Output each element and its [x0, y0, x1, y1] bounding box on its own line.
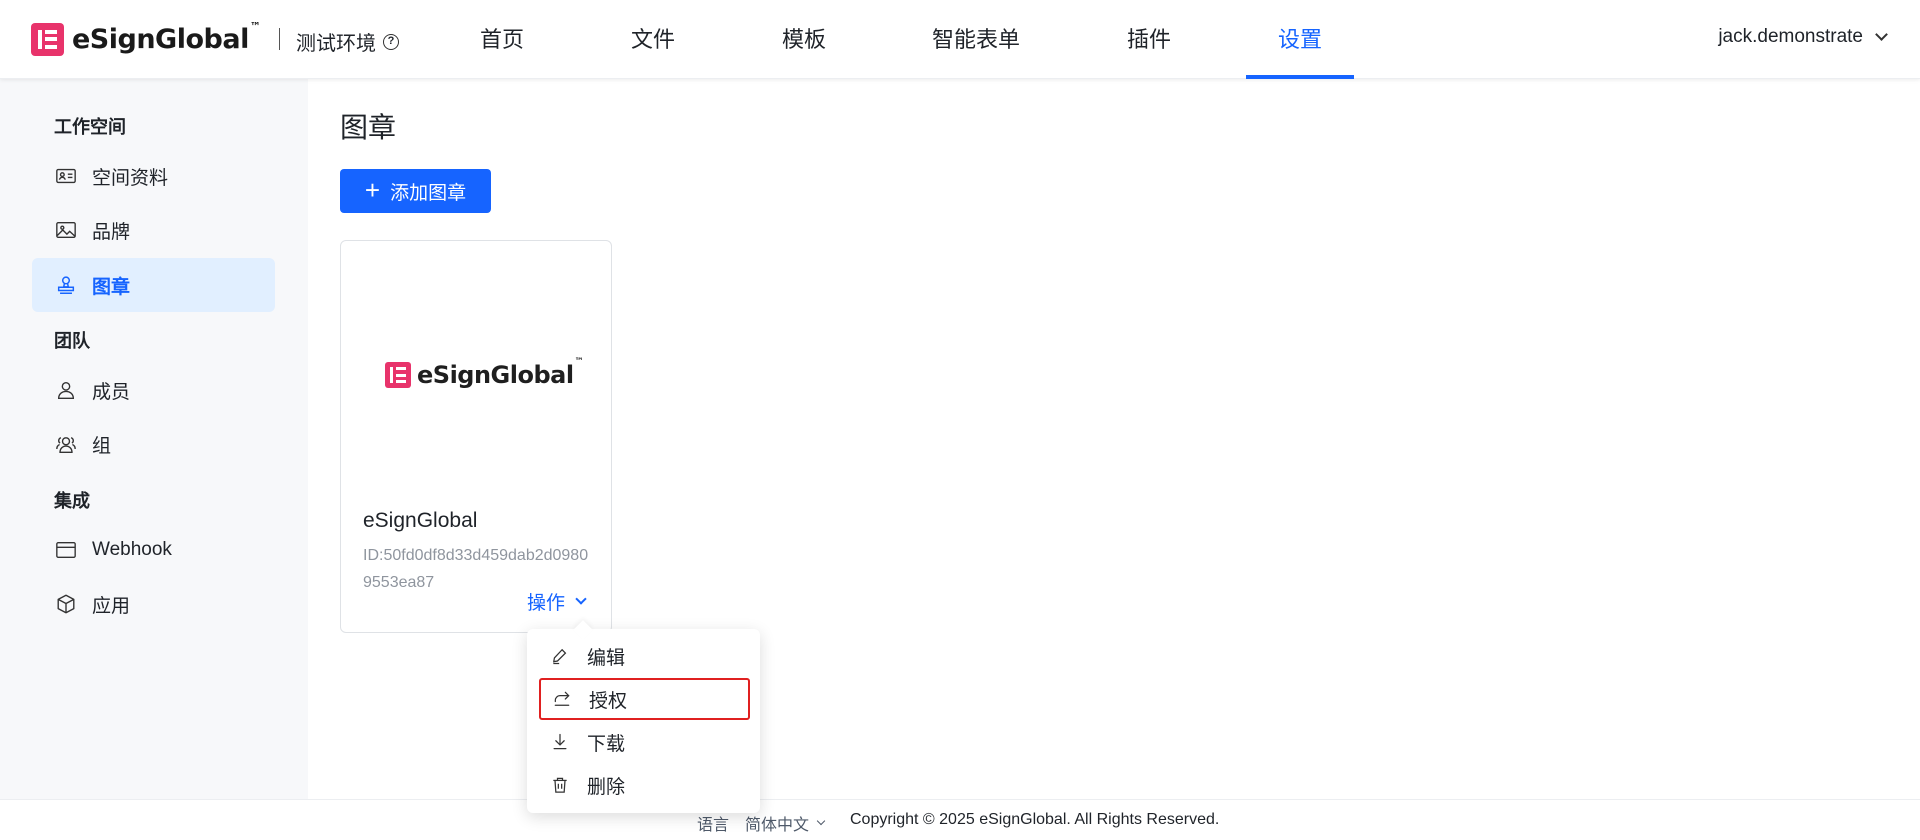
nav-home[interactable]: 首页	[462, 0, 542, 79]
nav-plugins[interactable]: 插件	[1109, 0, 1189, 79]
sidebar-item-brand[interactable]: 品牌	[32, 203, 275, 257]
sidebar-group-integration: 集成	[54, 491, 90, 511]
sidebar-item-label: 图章	[92, 276, 131, 298]
menu-item-label: 下载	[587, 733, 626, 755]
sidebar-item-label: 品牌	[92, 221, 131, 243]
help-icon[interactable]: ?	[383, 33, 399, 50]
sidebar-item-label: Webhook	[92, 539, 172, 560]
divider	[279, 28, 280, 50]
stamp-icon	[54, 273, 78, 297]
brand-logo-mark	[385, 362, 411, 388]
brand-logo-mark	[31, 22, 64, 56]
user-menu[interactable]: jack.demonstrate	[1718, 26, 1888, 48]
group-icon	[54, 432, 78, 456]
sidebar-item-apps[interactable]: 应用	[32, 577, 275, 631]
stamp-card: eSignGlobal™ eSignGlobal ID:50fd0df8d33d…	[340, 240, 612, 633]
menu-item-download[interactable]: 下载	[539, 721, 750, 763]
sidebar-group-team: 团队	[54, 331, 90, 351]
add-stamp-button[interactable]: + 添加图章	[340, 169, 491, 213]
chevron-down-icon	[575, 592, 587, 605]
user-icon	[54, 378, 78, 402]
nav-files[interactable]: 文件	[613, 0, 693, 79]
page-title: 图章	[340, 112, 397, 143]
sidebar-item-label: 空间资料	[92, 167, 169, 189]
chevron-down-icon	[1875, 27, 1888, 41]
stamp-name: eSignGlobal	[363, 509, 478, 532]
page-footer: 语言 简体中文 Copyright © 2025 eSignGlobal. Al…	[0, 799, 1920, 840]
environment-label: 测试环境 ?	[296, 27, 399, 56]
language-label: 语言	[697, 817, 730, 834]
share-icon	[551, 688, 573, 710]
id-card-icon	[54, 164, 78, 188]
menu-item-delete[interactable]: 删除	[539, 764, 750, 806]
nav-templates[interactable]: 模板	[764, 0, 844, 79]
brand-name: eSignGlobal™	[72, 19, 261, 55]
sidebar-item-stamps[interactable]: 图章	[32, 258, 275, 312]
sidebar-item-label: 应用	[92, 595, 131, 617]
sidebar-item-groups[interactable]: 组	[32, 417, 275, 471]
stamp-actions-dropdown[interactable]: 操作	[527, 588, 587, 615]
window-icon	[54, 538, 78, 562]
menu-item-edit[interactable]: 编辑	[539, 635, 750, 677]
cube-icon	[54, 592, 78, 616]
top-header: eSignGlobal™ 测试环境 ? 首页 文件 模板 智能表单 插件 设置 …	[0, 0, 1920, 79]
delete-icon	[549, 774, 571, 796]
nav-settings[interactable]: 设置	[1260, 0, 1340, 79]
nav-smart-forms[interactable]: 智能表单	[916, 0, 1036, 79]
sidebar-group-workspace: 工作空间	[54, 117, 126, 137]
settings-sidebar: 工作空间 空间资料 品牌 图章 团队 成员 组 集成 Webhook 应用	[0, 79, 308, 799]
menu-item-label: 编辑	[587, 647, 626, 669]
sidebar-item-space-profile[interactable]: 空间资料	[32, 149, 275, 203]
stamp-actions-menu: 编辑 授权 下载 删除	[527, 629, 760, 813]
sidebar-item-label: 组	[92, 435, 112, 457]
add-stamp-label: 添加图章	[390, 182, 467, 204]
copyright-text: Copyright © 2025 eSignGlobal. All Rights…	[850, 811, 1220, 828]
user-name: jack.demonstrate	[1718, 26, 1863, 47]
chevron-down-icon	[816, 816, 826, 826]
download-icon	[549, 731, 571, 753]
menu-item-label: 授权	[589, 690, 628, 712]
sidebar-item-webhook[interactable]: Webhook	[32, 523, 275, 577]
menu-item-authorize[interactable]: 授权	[539, 678, 750, 720]
language-selector[interactable]: 简体中文	[745, 811, 826, 835]
plus-icon: +	[364, 175, 381, 205]
actions-label: 操作	[527, 593, 566, 614]
nav-active-indicator	[1246, 75, 1354, 79]
edit-icon	[549, 645, 571, 667]
menu-item-label: 删除	[587, 776, 626, 798]
image-icon	[54, 218, 78, 242]
sidebar-item-label: 成员	[92, 381, 131, 403]
stamp-preview-image: eSignGlobal™	[385, 357, 584, 389]
sidebar-item-members[interactable]: 成员	[32, 363, 275, 417]
brand-logo[interactable]: eSignGlobal™	[31, 19, 261, 56]
